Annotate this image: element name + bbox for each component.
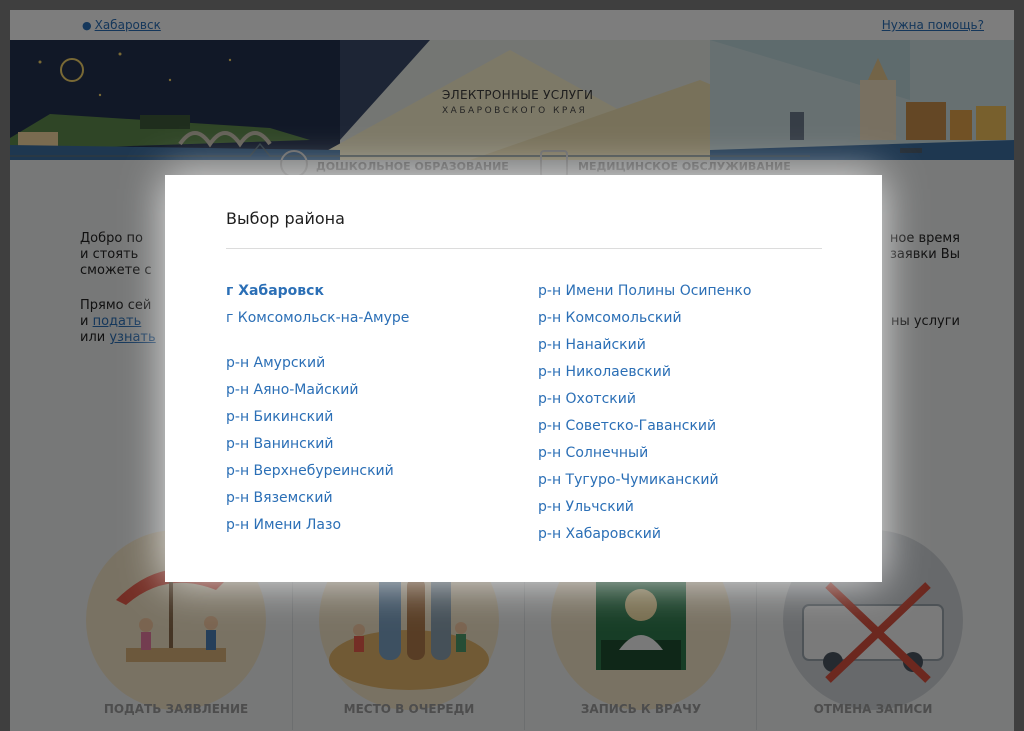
district-option[interactable]: р-н Бикинский — [226, 404, 409, 431]
modal-divider — [226, 248, 822, 249]
district-option[interactable]: р-н Советско-Гаванский — [538, 413, 751, 440]
district-option[interactable]: р-н Верхнебуреинский — [226, 458, 409, 485]
district-option[interactable]: р-н Комсомольский — [538, 305, 751, 332]
district-option[interactable]: р-н Вяземский — [226, 485, 409, 512]
district-modal: Выбор района г Хабаровск г Комсомольск-н… — [165, 175, 882, 582]
city-option-khabarovsk[interactable]: г Хабаровск — [226, 278, 409, 305]
district-option[interactable]: р-н Имени Лазо — [226, 512, 409, 539]
district-option[interactable]: р-н Нанайский — [538, 332, 751, 359]
district-option[interactable]: р-н Тугуро-Чумиканский — [538, 467, 751, 494]
district-list-right: р-н Имени Полины Осипенко р-н Комсомольс… — [538, 278, 751, 548]
district-option[interactable]: р-н Николаевский — [538, 359, 751, 386]
district-list-left: г Хабаровск г Комсомольск-на-Амуре р-н А… — [226, 278, 409, 539]
district-option[interactable]: р-н Аяно-Майский — [226, 377, 409, 404]
district-option[interactable]: р-н Хабаровский — [538, 521, 751, 548]
district-option[interactable]: р-н Амурский — [226, 350, 409, 377]
city-option-komsomolsk[interactable]: г Комсомольск-на-Амуре — [226, 305, 409, 332]
district-option[interactable]: р-н Охотский — [538, 386, 751, 413]
district-option[interactable]: р-н Ванинский — [226, 431, 409, 458]
district-option[interactable]: р-н Солнечный — [538, 440, 751, 467]
list-spacer — [226, 332, 409, 350]
district-option[interactable]: р-н Имени Полины Осипенко — [538, 278, 751, 305]
modal-title: Выбор района — [226, 209, 345, 228]
district-option[interactable]: р-н Ульчский — [538, 494, 751, 521]
